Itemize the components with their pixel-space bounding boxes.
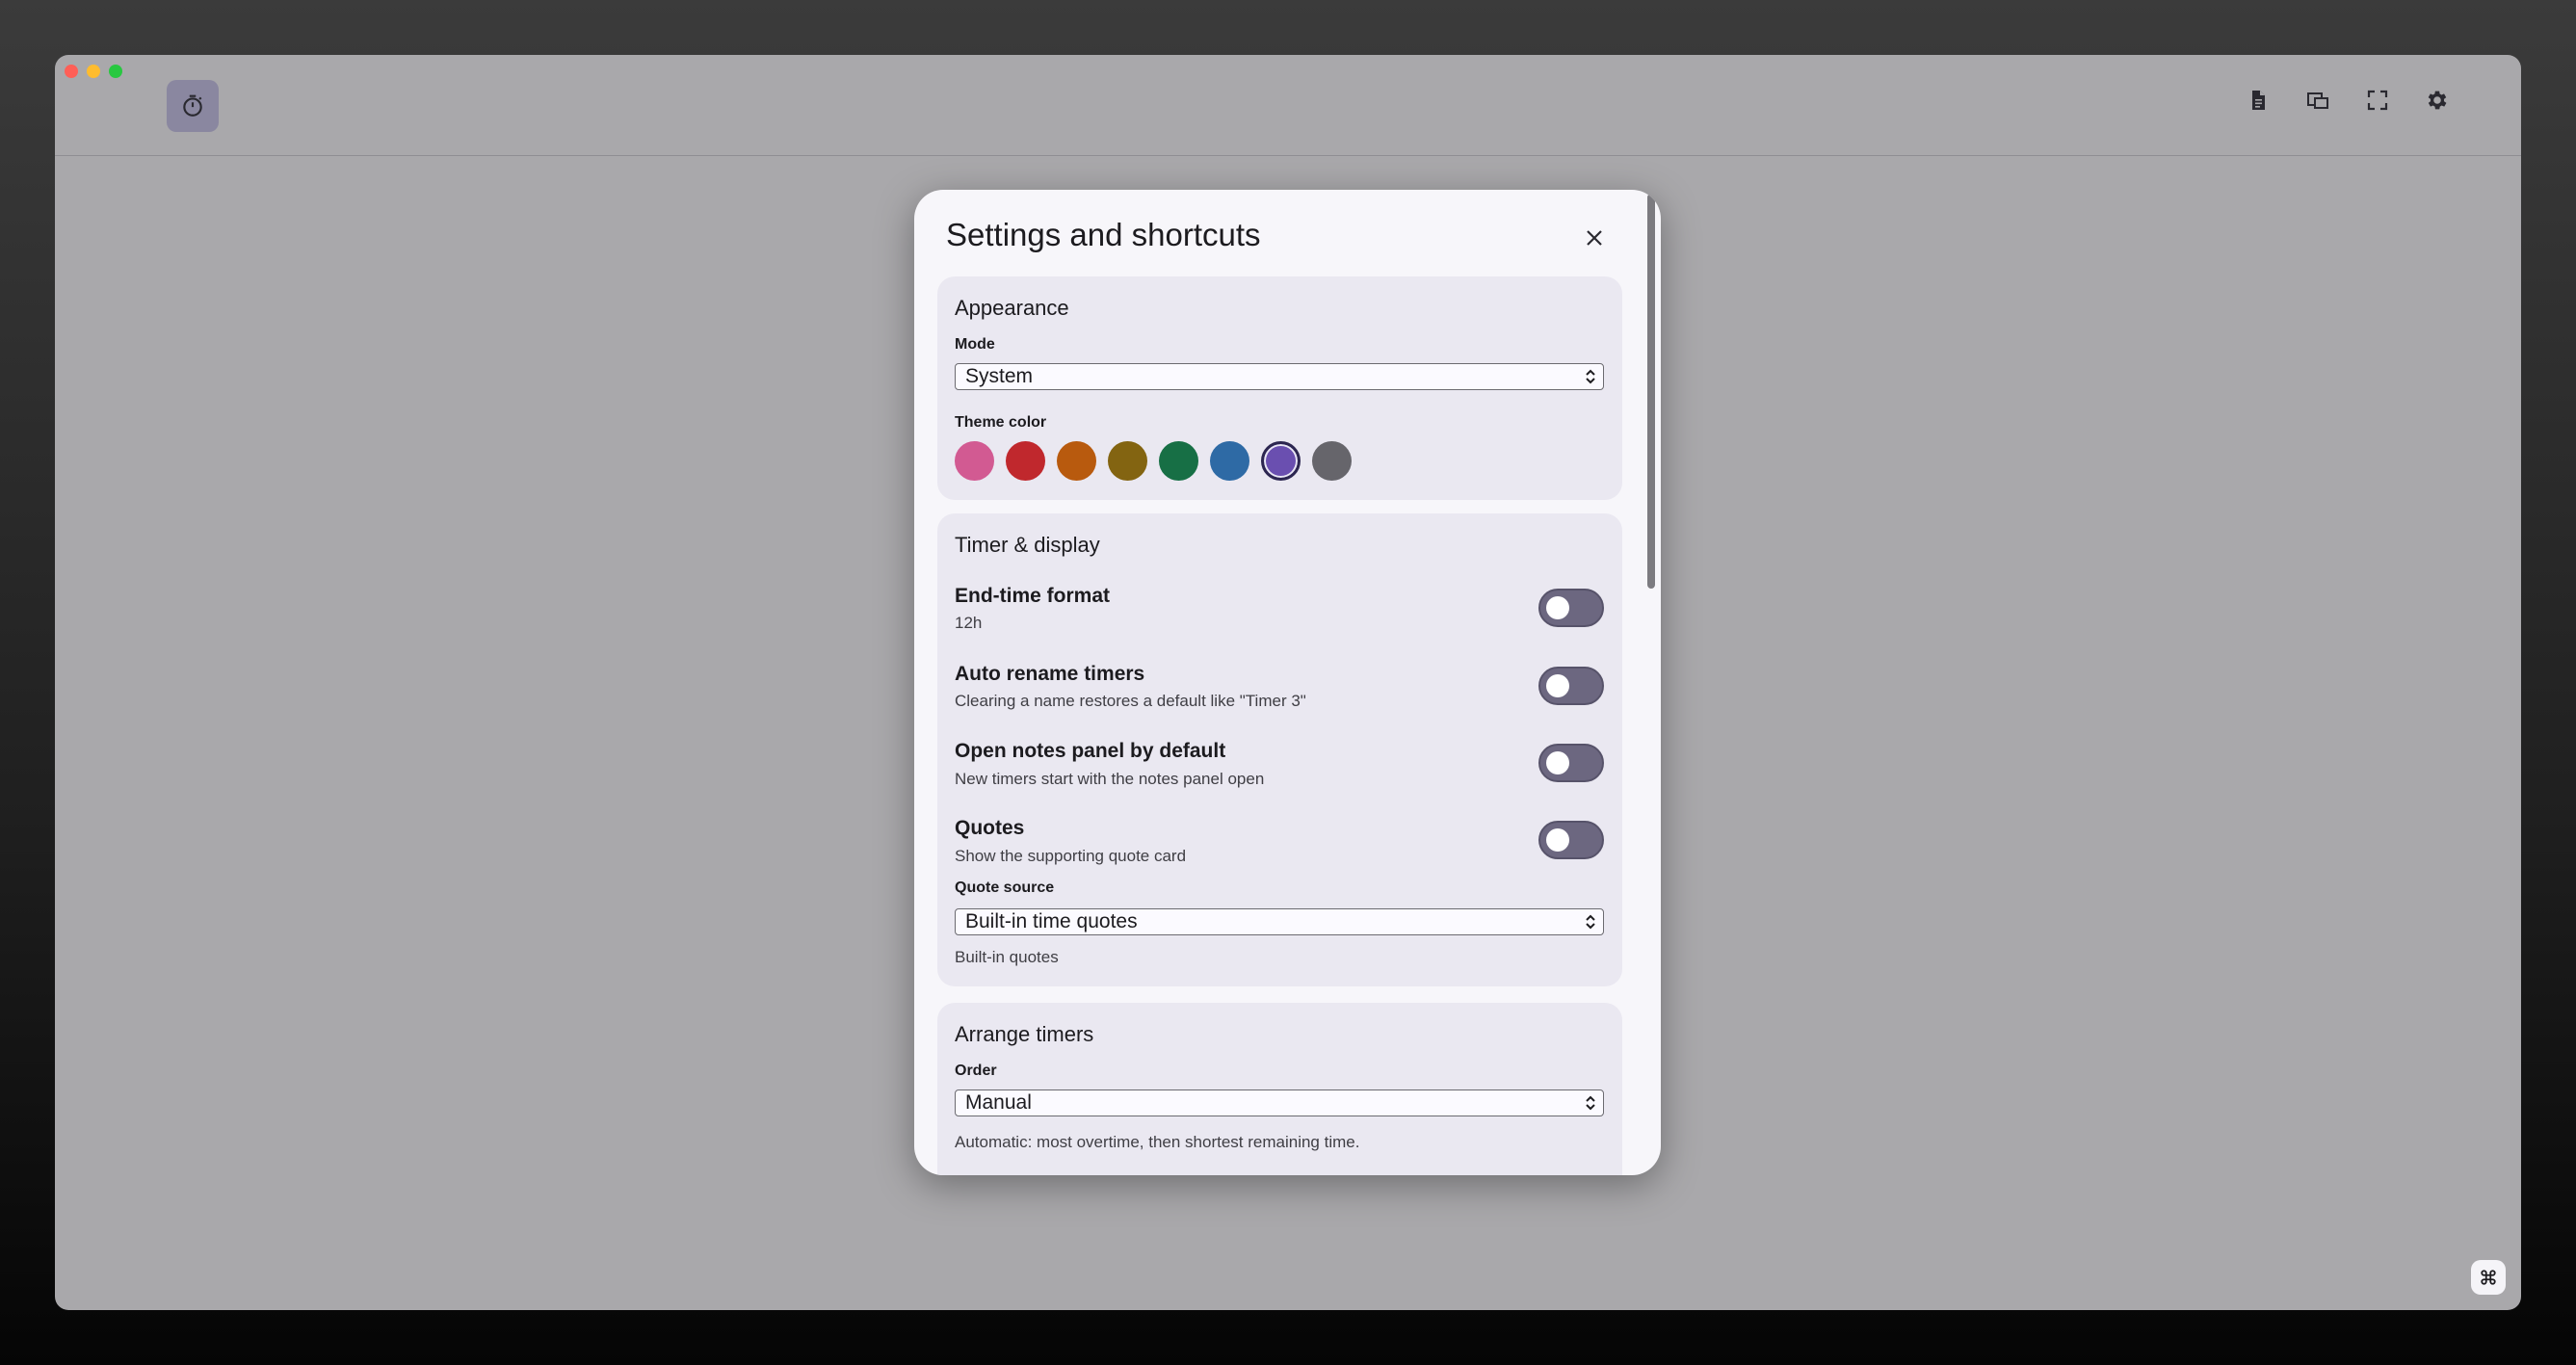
- fullscreen-button[interactable]: [2365, 88, 2390, 113]
- timer-button[interactable]: [167, 80, 219, 132]
- auto-rename-title: Auto rename timers: [955, 663, 1145, 685]
- shortcuts-button[interactable]: [2471, 1260, 2506, 1295]
- order-helper: Automatic: most overtime, then shortest …: [955, 1133, 1360, 1151]
- chevron-up-down-icon: [1586, 369, 1595, 384]
- timer-display-section: Timer & display End-time format 12h Auto…: [937, 513, 1622, 986]
- section-title-arrange: Arrange timers: [955, 1022, 1094, 1046]
- mini-window-button[interactable]: [2305, 88, 2330, 113]
- auto-rename-subtitle: Clearing a name restores a default like …: [955, 692, 1306, 710]
- theme-color-swatch-8[interactable]: [1312, 441, 1352, 481]
- end-time-format-title: End-time format: [955, 585, 1111, 607]
- mode-select-value: System: [965, 365, 1034, 387]
- end-time-format-subtitle: 12h: [955, 614, 983, 632]
- order-select-value: Manual: [965, 1091, 1032, 1114]
- chevron-up-down-icon: [1586, 1095, 1595, 1111]
- order-label: Order: [955, 1063, 997, 1079]
- theme-color-swatch-5[interactable]: [1159, 441, 1198, 481]
- quotes-subtitle: Show the supporting quote card: [955, 847, 1187, 865]
- toggle-knob: [1546, 751, 1569, 774]
- mode-select[interactable]: System: [955, 363, 1604, 390]
- mode-label: Mode: [955, 336, 995, 353]
- fullscreen-icon: [2367, 90, 2388, 111]
- theme-color-swatch-7[interactable]: [1261, 441, 1301, 481]
- quote-source-value: Built-in time quotes: [965, 910, 1138, 932]
- notes-button[interactable]: [2246, 88, 2271, 113]
- section-title-timer: Timer & display: [955, 533, 1100, 557]
- document-icon: [2252, 91, 2265, 110]
- quote-source-helper: Built-in quotes: [955, 948, 1059, 966]
- scrollbar-thumb[interactable]: [1647, 194, 1655, 589]
- chevron-up-down-icon: [1586, 914, 1595, 930]
- open-notes-toggle[interactable]: [1538, 744, 1604, 782]
- copy-window-icon: [2307, 92, 2328, 109]
- open-notes-title: Open notes panel by default: [955, 740, 1226, 762]
- timer-icon: [183, 94, 202, 117]
- close-icon: [1587, 230, 1602, 246]
- theme-color-swatch-2[interactable]: [1006, 441, 1045, 481]
- quotes-title: Quotes: [955, 817, 1025, 839]
- appearance-section: Appearance Mode System Theme color: [937, 276, 1622, 500]
- end-time-format-toggle[interactable]: [1538, 589, 1604, 627]
- quote-source-label: Quote source: [955, 879, 1055, 896]
- theme-color-swatch-3[interactable]: [1057, 441, 1096, 481]
- quote-source-select[interactable]: Built-in time quotes: [955, 908, 1604, 935]
- settings-button[interactable]: [2425, 88, 2450, 113]
- settings-dialog: Settings and shortcuts Appearance Mode S…: [914, 190, 1661, 1175]
- auto-rename-toggle[interactable]: [1538, 667, 1604, 705]
- command-icon: [2481, 1270, 2496, 1285]
- theme-color-swatch-6[interactable]: [1210, 441, 1249, 481]
- section-title-appearance: Appearance: [955, 296, 1069, 320]
- open-notes-subtitle: New timers start with the notes panel op…: [955, 770, 1265, 788]
- quotes-toggle[interactable]: [1538, 821, 1604, 859]
- arrange-timers-section: Arrange timers Order Manual Automatic: m…: [937, 1003, 1622, 1175]
- theme-color-swatches: [955, 441, 1352, 481]
- dialog-title: Settings and shortcuts: [946, 217, 1261, 252]
- toolbar: [55, 55, 2521, 156]
- theme-color-swatch-1[interactable]: [955, 441, 994, 481]
- theme-color-swatch-4[interactable]: [1108, 441, 1147, 481]
- close-dialog-button[interactable]: [1575, 219, 1614, 257]
- toggle-knob: [1546, 828, 1569, 852]
- theme-color-label: Theme color: [955, 414, 1047, 431]
- toggle-knob: [1546, 674, 1569, 697]
- order-select[interactable]: Manual: [955, 1089, 1604, 1116]
- gear-icon: [2428, 91, 2447, 110]
- toggle-knob: [1546, 596, 1569, 619]
